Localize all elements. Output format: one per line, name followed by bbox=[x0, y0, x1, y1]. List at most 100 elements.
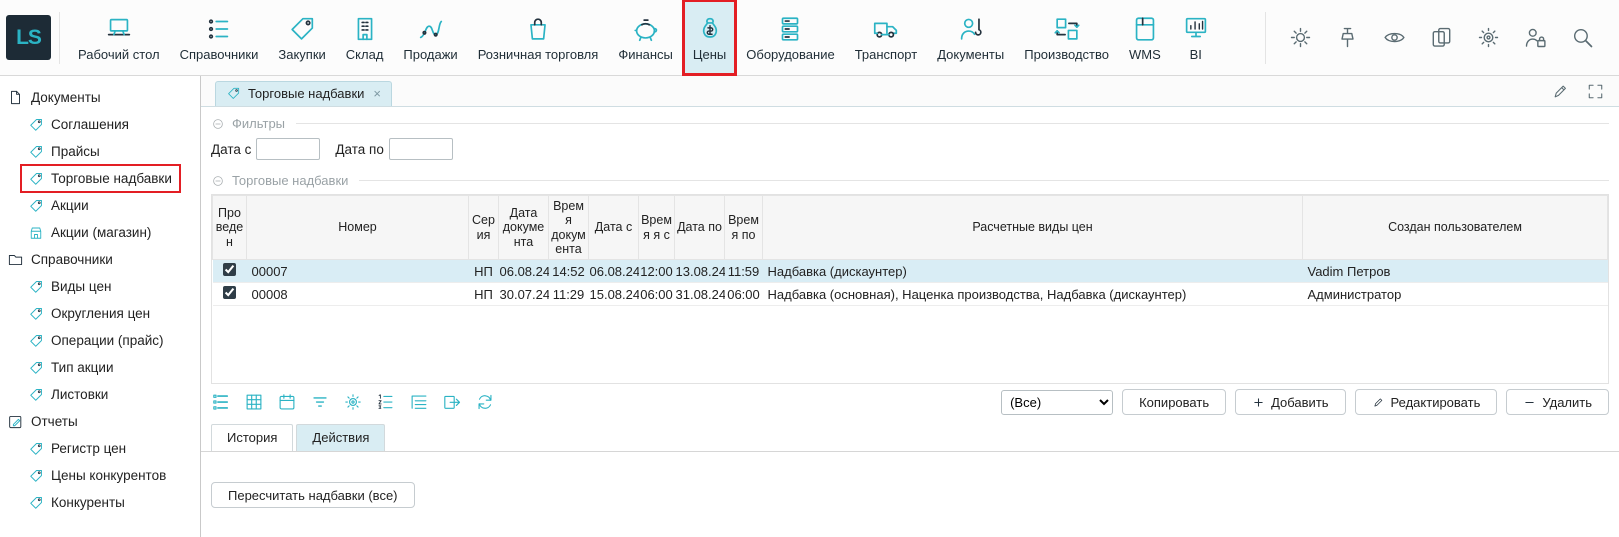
eye-icon[interactable] bbox=[1382, 25, 1407, 50]
toolbar-item-10[interactable]: Документы bbox=[927, 0, 1014, 75]
brightness-icon[interactable] bbox=[1288, 25, 1313, 50]
list-view-icon[interactable] bbox=[211, 392, 231, 412]
sidebar-item-2-2[interactable]: Конкуренты bbox=[21, 489, 133, 516]
sidebar-section-1[interactable]: Справочники bbox=[0, 246, 121, 273]
user-lock-icon[interactable] bbox=[1523, 25, 1548, 50]
toolbar-item-1[interactable]: Справочники bbox=[170, 0, 269, 75]
filters-section-toggle[interactable]: Фильтры bbox=[201, 116, 1619, 131]
sidebar-item-1-3[interactable]: Тип акции bbox=[21, 354, 121, 381]
recalculate-button[interactable]: Пересчитать надбавки (все) bbox=[211, 482, 415, 508]
copy-icon[interactable] bbox=[1429, 25, 1454, 50]
tab-close-icon[interactable]: × bbox=[373, 86, 381, 101]
sidebar-item-1-0[interactable]: Виды цен bbox=[21, 273, 119, 300]
grid-section-toggle[interactable]: Торговые надбавки bbox=[201, 173, 1619, 188]
table-row[interactable]: 00007НП06.08.2414:5206.08.2412:0013.08.2… bbox=[213, 260, 1608, 283]
cell-doc_date: 30.07.24 bbox=[499, 283, 549, 306]
toolbar-item-label: Финансы bbox=[618, 47, 673, 62]
detail-panel: Пересчитать надбавки (все) bbox=[201, 452, 1619, 537]
expand-icon[interactable] bbox=[1586, 82, 1605, 101]
toolbar-item-12[interactable]: WMS bbox=[1119, 0, 1171, 75]
filter-select[interactable]: (Все) bbox=[1001, 390, 1113, 415]
add-button[interactable]: Добавить bbox=[1235, 389, 1345, 415]
row-posted-checkbox[interactable] bbox=[223, 263, 236, 276]
row-posted-checkbox[interactable] bbox=[223, 286, 236, 299]
toolbar-item-7[interactable]: Цены bbox=[683, 0, 736, 75]
date-to-input[interactable] bbox=[389, 138, 453, 160]
pin-icon[interactable] bbox=[1335, 25, 1360, 50]
toolbar-item-0[interactable]: Рабочий стол bbox=[68, 0, 170, 75]
actions-tab[interactable]: Действия bbox=[296, 424, 385, 451]
column-header[interactable]: Расчетные виды цен bbox=[763, 196, 1303, 260]
settings-icon[interactable] bbox=[343, 392, 363, 412]
building-icon bbox=[350, 14, 380, 44]
column-header[interactable]: Дата с bbox=[589, 196, 639, 260]
toolbar-item-13[interactable]: BI bbox=[1171, 0, 1221, 75]
history-tab[interactable]: История bbox=[211, 424, 293, 451]
date-from-input[interactable] bbox=[256, 138, 320, 160]
edit-icon[interactable] bbox=[1551, 82, 1570, 101]
sidebar-item-0-1[interactable]: Прайсы bbox=[21, 138, 108, 165]
grouping-icon[interactable] bbox=[409, 392, 429, 412]
collapse-icon[interactable] bbox=[211, 117, 225, 131]
column-header[interactable]: Создан пользователем bbox=[1303, 196, 1608, 260]
button-label: Редактировать bbox=[1391, 395, 1481, 410]
toolbar-item-label: Документы bbox=[937, 47, 1004, 62]
calendar-icon[interactable] bbox=[277, 392, 297, 412]
cell-date_to: 31.08.24 bbox=[675, 283, 725, 306]
toolbar-item-label: Розничная торговля bbox=[478, 47, 599, 62]
collapse-icon[interactable] bbox=[211, 174, 225, 188]
toolbar-item-8[interactable]: Оборудование bbox=[736, 0, 844, 75]
toolbar-item-11[interactable]: Производство bbox=[1014, 0, 1119, 75]
search-icon[interactable] bbox=[1570, 25, 1595, 50]
table-view-icon[interactable] bbox=[244, 392, 264, 412]
sidebar-item-2-0[interactable]: Регистр цен bbox=[21, 435, 134, 462]
tab-trade-markups[interactable]: Торговые надбавки × bbox=[215, 81, 392, 106]
sidebar-item-2-1[interactable]: Цены конкурентов bbox=[21, 462, 174, 489]
delete-button[interactable]: Удалить bbox=[1506, 389, 1609, 415]
toolbar-item-label: Производство bbox=[1024, 47, 1109, 62]
sidebar-item-1-4[interactable]: Листовки bbox=[21, 381, 116, 408]
copy-button[interactable]: Копировать bbox=[1122, 389, 1226, 415]
cell-created_by: Vadim Петров bbox=[1303, 260, 1608, 283]
sidebar-item-0-0[interactable]: Соглашения bbox=[21, 111, 137, 138]
column-header[interactable]: Время документа bbox=[549, 196, 589, 260]
refresh-icon[interactable] bbox=[475, 392, 495, 412]
sidebar-item-label: Соглашения bbox=[51, 117, 129, 132]
column-header[interactable]: Номер bbox=[247, 196, 469, 260]
toolbar-item-9[interactable]: Транспорт bbox=[845, 0, 928, 75]
edit-button[interactable]: Редактировать bbox=[1355, 389, 1498, 415]
toolbar-item-2[interactable]: Закупки bbox=[268, 0, 335, 75]
column-header[interactable]: Время по bbox=[725, 196, 763, 260]
sidebar-section-2[interactable]: Отчеты bbox=[0, 408, 86, 435]
column-header[interactable]: Дата по bbox=[675, 196, 725, 260]
export-icon[interactable] bbox=[442, 392, 462, 412]
toolbar-item-3[interactable]: Склад bbox=[336, 0, 394, 75]
sidebar-item-0-2[interactable]: Торговые надбавки bbox=[21, 165, 180, 192]
column-header[interactable]: Серия bbox=[469, 196, 499, 260]
sidebar-item-1-1[interactable]: Округления цен bbox=[21, 300, 158, 327]
app-logo[interactable]: LS bbox=[6, 15, 51, 60]
numbered-list-icon[interactable] bbox=[376, 392, 396, 412]
table-row[interactable]: 00008НП30.07.2411:2915.08.2406:0031.08.2… bbox=[213, 283, 1608, 306]
toolbar-item-4[interactable]: Продажи bbox=[393, 0, 467, 75]
sidebar-item-1-2[interactable]: Операции (прайс) bbox=[21, 327, 172, 354]
data-grid: ПроведенНомерСерияДата документаВремя до… bbox=[211, 194, 1609, 384]
button-label: Удалить bbox=[1542, 395, 1592, 410]
grid-toolbar-actions: (Все) Копировать Добавить Редактировать Удал… bbox=[1001, 389, 1609, 415]
sidebar-item-0-3[interactable]: Акции bbox=[21, 192, 97, 219]
desktop-icon bbox=[104, 14, 134, 44]
sidebar-item-label: Виды цен bbox=[51, 279, 111, 294]
sidebar-section-0[interactable]: Документы bbox=[0, 84, 109, 111]
tab-strip: Торговые надбавки × bbox=[201, 76, 1619, 107]
column-header[interactable]: Дата документа bbox=[499, 196, 549, 260]
toolbar-item-6[interactable]: Финансы bbox=[608, 0, 683, 75]
toolbar-item-5[interactable]: Розничная торговля bbox=[468, 0, 609, 75]
filter-icon[interactable] bbox=[310, 392, 330, 412]
toolbar-item-label: Закупки bbox=[278, 47, 325, 62]
markups-table: ПроведенНомерСерияДата документаВремя до… bbox=[212, 195, 1608, 306]
column-header[interactable]: Проведен bbox=[213, 196, 247, 260]
sidebar-item-0-4[interactable]: Акции (магазин) bbox=[21, 219, 159, 246]
finance-icon bbox=[631, 14, 661, 44]
column-header[interactable]: Время я с bbox=[639, 196, 675, 260]
gear-icon[interactable] bbox=[1476, 25, 1501, 50]
